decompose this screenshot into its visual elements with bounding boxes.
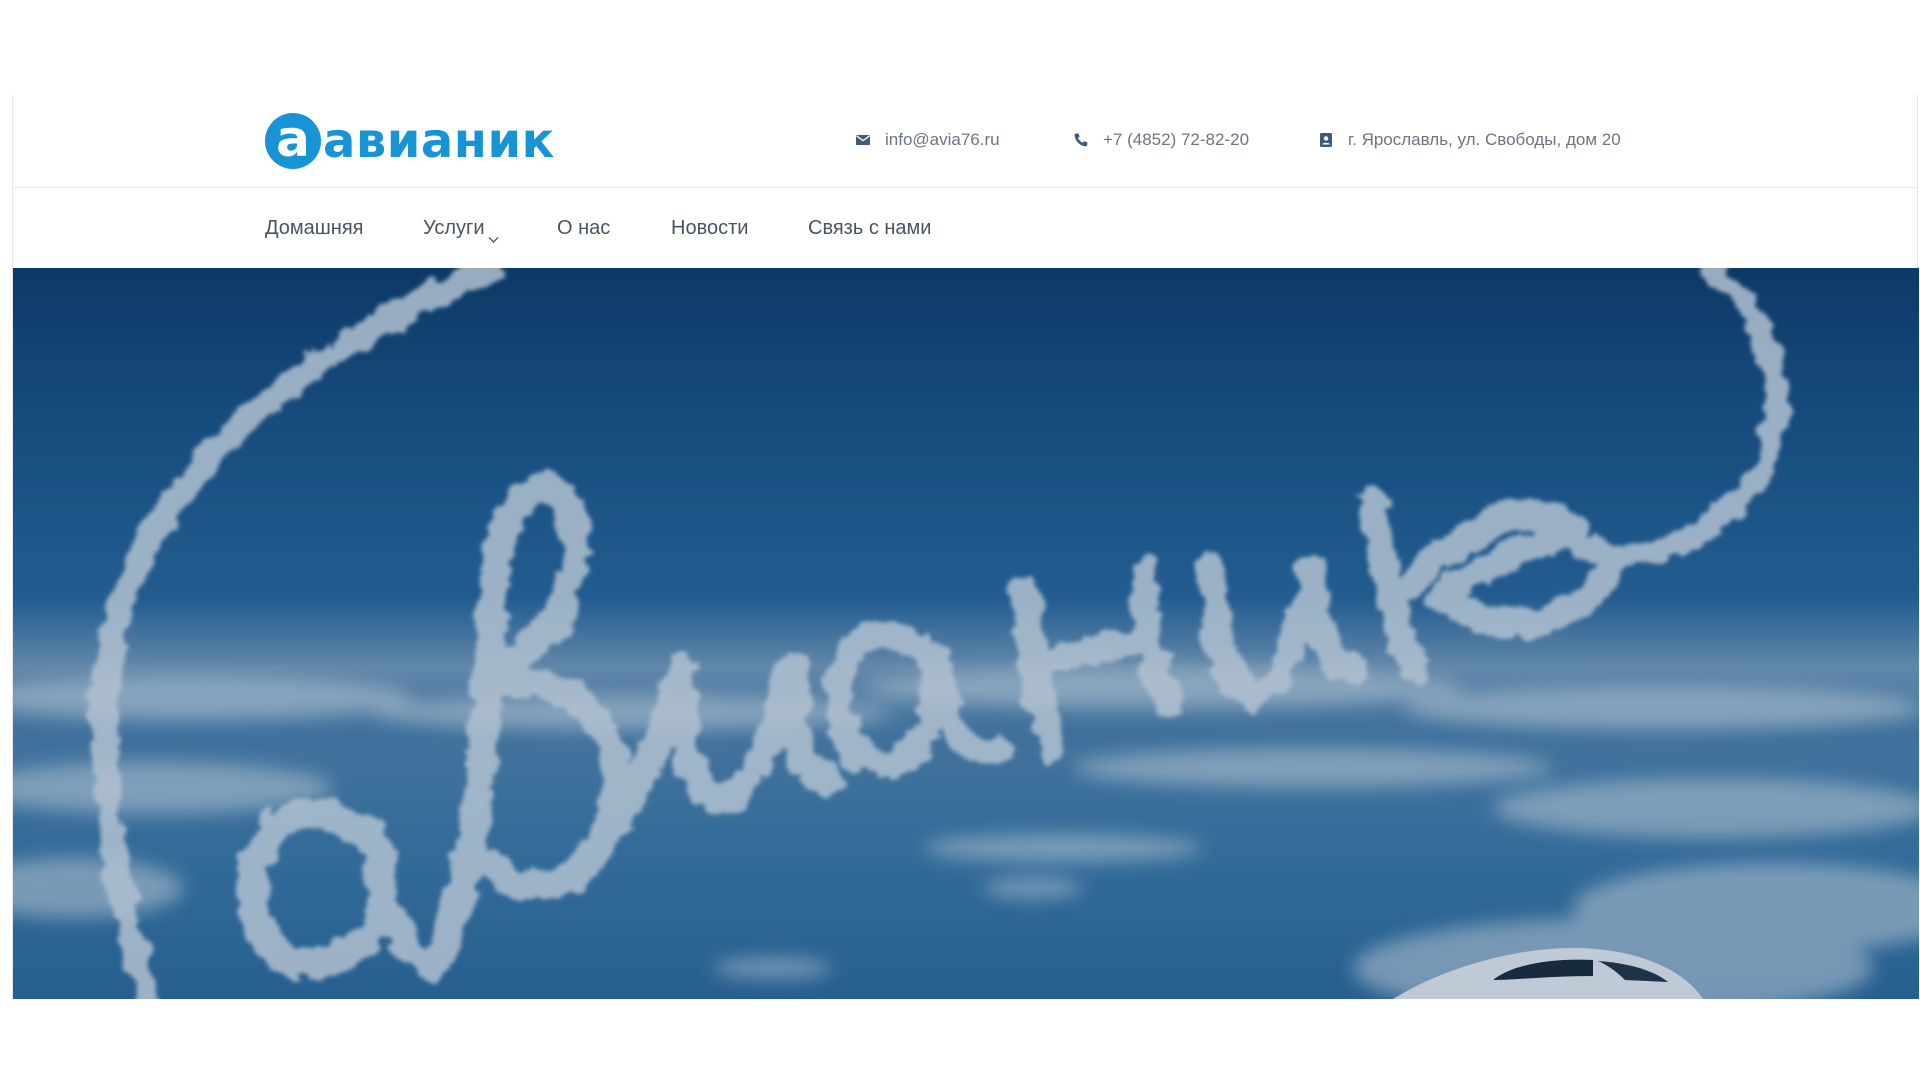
contact-address-text: г. Ярославль, ул. Свободы, дом 20 xyxy=(1348,130,1621,149)
logo-badge: a xyxy=(265,113,321,169)
nav-item-label: О нас xyxy=(557,217,611,239)
nav-item-home[interactable]: Домашняя xyxy=(265,189,364,268)
envelope-icon xyxy=(855,132,871,148)
nav-item-about[interactable]: О нас xyxy=(557,189,610,268)
phone-icon xyxy=(1073,132,1089,148)
site-logo[interactable]: a авианик xyxy=(265,108,555,174)
nav-item-label: Связь с нами xyxy=(808,217,932,239)
contact-phone[interactable]: +7 (4852) 72-82-20 xyxy=(1073,128,1249,152)
contact-email-text: info@avia76.ru xyxy=(885,130,1000,149)
main-nav: Домашняя Услуги О нас Новости Связь с на… xyxy=(13,189,1917,268)
map-pin-icon xyxy=(1318,132,1334,148)
nav-item-label: Новости xyxy=(671,217,749,239)
contact-address: г. Ярославль, ул. Свободы, дом 20 xyxy=(1318,128,1621,152)
nav-item-news[interactable]: Новости xyxy=(671,189,748,268)
contact-email[interactable]: info@avia76.ru xyxy=(855,128,1000,152)
chevron-down-icon xyxy=(488,227,499,243)
nav-item-services[interactable]: Услуги xyxy=(423,189,499,268)
nav-item-contact[interactable]: Связь с нами xyxy=(808,189,931,268)
nav-item-label: Домашняя xyxy=(265,217,364,239)
contact-phone-text: +7 (4852) 72-82-20 xyxy=(1103,130,1250,149)
logo-text: авианик xyxy=(323,113,555,169)
hero-sky-image xyxy=(13,268,1919,999)
top-bar: a авианик info@avia76.ru +7 (4852) 72-82… xyxy=(13,95,1917,188)
nav-item-label: Услуги xyxy=(423,217,485,239)
hero-overlay xyxy=(13,268,1919,999)
logo-badge-letter: a xyxy=(276,110,310,168)
hero-banner xyxy=(13,268,1919,999)
page-frame: a авианик info@avia76.ru +7 (4852) 72-82… xyxy=(12,95,1919,999)
